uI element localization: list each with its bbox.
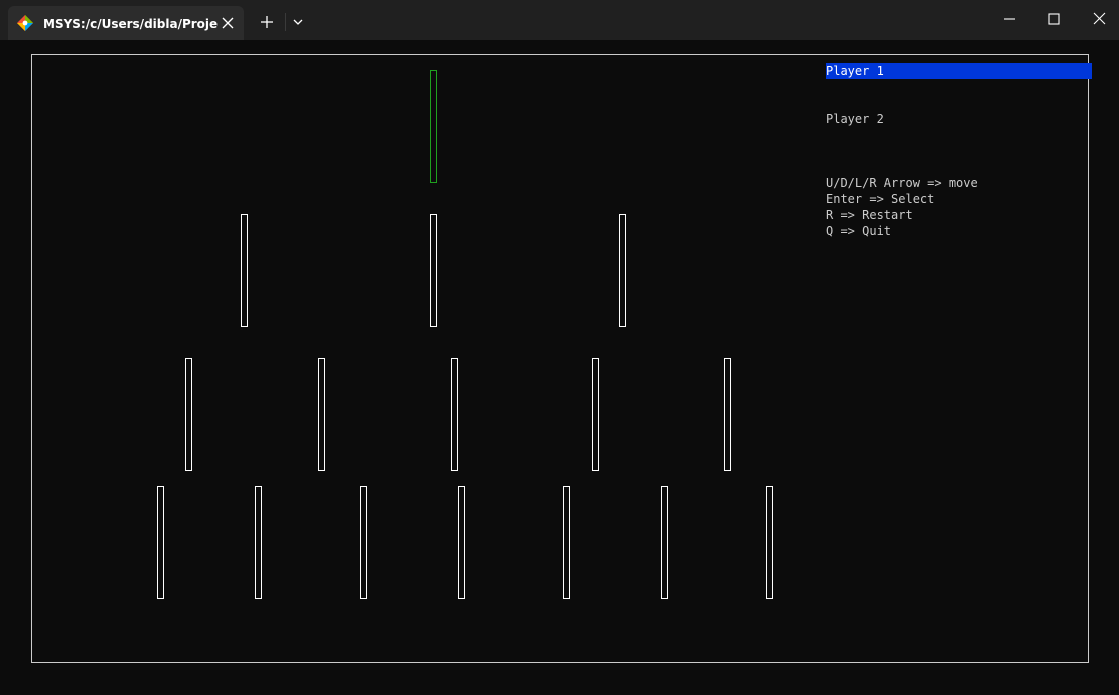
terminal-window: MSYS:/c/Users/dibla/Projects, Play bbox=[0, 0, 1119, 695]
plus-icon[interactable] bbox=[257, 12, 277, 32]
titlebar: MSYS:/c/Users/dibla/Projects, bbox=[0, 0, 1119, 40]
stick-row-4-7[interactable] bbox=[766, 486, 773, 599]
player-1-label: Player 1 bbox=[826, 63, 1092, 79]
player-2-label: Player 2 bbox=[826, 112, 884, 126]
tab-separator bbox=[285, 13, 286, 31]
close-icon[interactable] bbox=[218, 13, 238, 33]
window-close-icon[interactable] bbox=[1087, 8, 1113, 30]
control-move: U/D/L/R Arrow => move bbox=[826, 176, 978, 190]
control-select: Enter => Select bbox=[826, 192, 935, 206]
stick-row-2-2[interactable] bbox=[430, 214, 437, 327]
stick-row-2-3[interactable] bbox=[619, 214, 626, 327]
chevron-down-icon[interactable] bbox=[289, 12, 307, 32]
stick-row-3-1[interactable] bbox=[185, 358, 192, 471]
stick-row-4-2[interactable] bbox=[255, 486, 262, 599]
stick-row-4-3[interactable] bbox=[360, 486, 367, 599]
stick-row-3-4[interactable] bbox=[592, 358, 599, 471]
git-bash-diamond-icon bbox=[17, 15, 33, 31]
stick-row-1-1[interactable] bbox=[430, 70, 437, 183]
stick-row-3-2[interactable] bbox=[318, 358, 325, 471]
stick-row-4-4[interactable] bbox=[458, 486, 465, 599]
tab-title: MSYS:/c/Users/dibla/Projects, bbox=[43, 17, 218, 31]
control-quit: Q => Quit bbox=[826, 224, 892, 238]
stick-row-4-6[interactable] bbox=[661, 486, 668, 599]
stick-row-2-1[interactable] bbox=[241, 214, 248, 327]
stick-row-4-5[interactable] bbox=[563, 486, 570, 599]
control-restart: R => Restart bbox=[826, 208, 913, 222]
tab-msys[interactable]: MSYS:/c/Users/dibla/Projects, bbox=[8, 6, 244, 40]
maximize-icon[interactable] bbox=[1041, 8, 1067, 30]
minimize-icon[interactable] bbox=[997, 8, 1023, 30]
stick-row-3-5[interactable] bbox=[724, 358, 731, 471]
terminal-content[interactable]: Player 1 Player 2 U/D/L/R Arrow => move … bbox=[0, 40, 1119, 695]
stick-row-4-1[interactable] bbox=[157, 486, 164, 599]
stick-row-3-3[interactable] bbox=[451, 358, 458, 471]
